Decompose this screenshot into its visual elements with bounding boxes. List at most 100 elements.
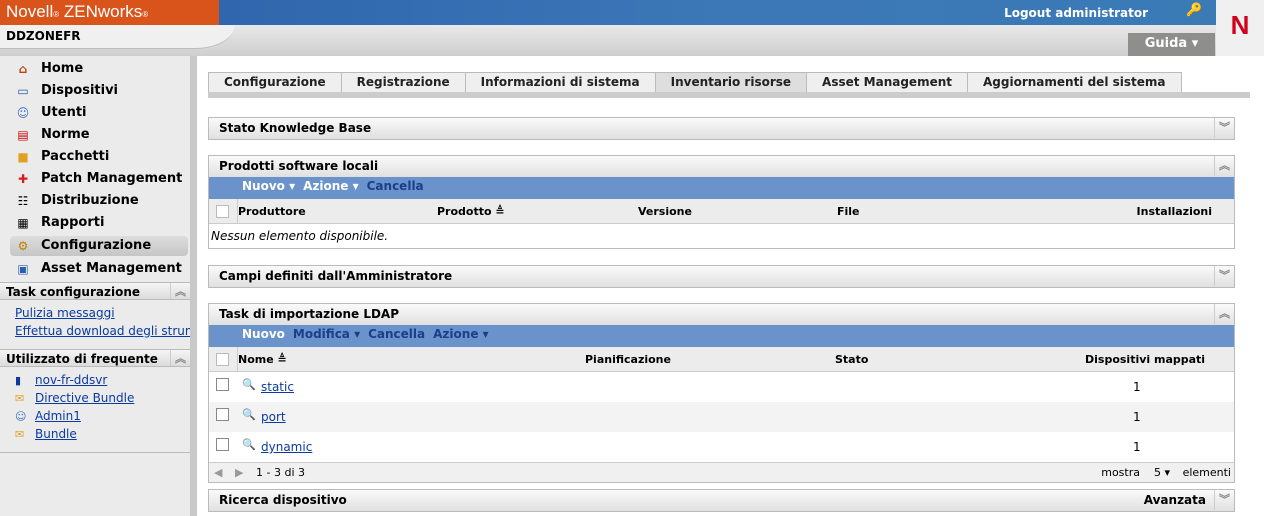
admin-fields-panel: Campi definiti dall'Amministratore ︾ <box>208 265 1235 288</box>
edit-menu-button[interactable]: Modifica ▾ <box>293 327 360 341</box>
select-all-checkbox[interactable] <box>216 205 229 218</box>
page-range: 1 - 3 di 3 <box>256 466 305 479</box>
ldap-task-icon: 🔍 <box>242 378 256 391</box>
ldap-task-icon: 🔍 <box>242 408 256 421</box>
novell-n-logo: N <box>1216 0 1264 56</box>
devices-icon: ▭ <box>17 84 29 98</box>
advanced-search-link[interactable]: Avanzata <box>1144 493 1206 507</box>
local-software-panel: Prodotti software locali ︽ Nuovo ▾ Azione … <box>208 155 1235 249</box>
expand-icon[interactable]: ︾ <box>1214 490 1234 510</box>
home-icon: ⌂ <box>18 62 28 76</box>
toolbar: Nuovo Modifica ▾ Cancella Azione ▾ <box>209 325 1234 347</box>
frequent-item[interactable]: ☺ Admin1 <box>15 409 190 423</box>
tab-configurazione[interactable]: Configurazione <box>208 72 341 93</box>
collapse-icon[interactable]: ︽ <box>1214 156 1234 176</box>
task-link-download-tools[interactable]: Effettua download degli strumenti <box>15 324 190 338</box>
table-row: 🔍 static 1 <box>209 372 1234 402</box>
tab-asset-management[interactable]: Asset Management <box>806 72 967 93</box>
novell-zenworks-logo: Novell® ZENworks® <box>0 0 219 25</box>
sidebar-item-configuration[interactable]: ⚙ Configurazione <box>10 236 188 256</box>
expand-icon[interactable]: ︾ <box>1214 266 1234 286</box>
asset-icon: ▣ <box>17 262 29 276</box>
key-icon: 🔑 <box>1186 3 1203 18</box>
sidebar-item-reports[interactable]: ▦ Rapporti <box>10 213 188 233</box>
empty-message: Nessun elemento disponibile. <box>211 229 389 243</box>
tab-bar: Configurazione Registrazione Informazion… <box>208 72 1182 93</box>
task-link[interactable]: port <box>261 410 286 424</box>
pagination-bar: ◀ ▶ 1 - 3 di 3 mostra 5 ▾ elementi <box>209 462 1234 482</box>
bundle-icon: ✉ <box>15 392 25 405</box>
tab-informazioni-di-sistema[interactable]: Informazioni di sistema <box>464 72 655 93</box>
sidebar-splitter[interactable] <box>190 56 197 516</box>
new-menu-button[interactable]: Nuovo ▾ <box>242 179 295 193</box>
delete-button[interactable]: Cancella <box>368 327 425 341</box>
toolbar: Nuovo ▾ Azione ▾ Cancella <box>209 177 1234 199</box>
table-row: 🔍 dynamic 1 <box>209 432 1234 462</box>
next-page-icon[interactable]: ▶ <box>235 466 243 479</box>
sidebar-item-users[interactable]: ☺ Utenti <box>10 103 188 123</box>
configuration-icon: ⚙ <box>17 239 29 253</box>
select-all-checkbox[interactable] <box>216 353 229 366</box>
prev-page-icon[interactable]: ◀ <box>214 466 222 479</box>
table-header: Produttore Prodotto ≜ Versione File Inst… <box>209 199 1234 224</box>
action-menu-button[interactable]: Azione ▾ <box>433 327 489 341</box>
column-file[interactable]: File <box>837 205 860 218</box>
expand-icon[interactable]: ︾ <box>1214 118 1234 138</box>
collapse-icon[interactable]: ︽ <box>170 350 190 366</box>
bundles-icon: ■ <box>17 150 29 164</box>
logout-link[interactable]: Logout administrator <box>1004 6 1148 20</box>
row-checkbox[interactable] <box>216 438 229 451</box>
column-prodotto[interactable]: Prodotto ≜ <box>437 205 505 218</box>
page-size-select[interactable]: 5 ▾ <box>1154 466 1170 479</box>
server-icon: ▮ <box>15 374 22 387</box>
column-stato[interactable]: Stato <box>835 353 868 366</box>
frequent-item[interactable]: ✉ Directive Bundle <box>15 391 190 405</box>
tab-registrazione[interactable]: Registrazione <box>340 72 465 93</box>
action-menu-button[interactable]: Azione ▾ <box>303 179 359 193</box>
column-installazioni[interactable]: Installazioni <box>1137 205 1212 218</box>
column-dispositivi-mappati[interactable]: Dispositivi mappati <box>1085 353 1205 366</box>
column-produttore[interactable]: Produttore <box>238 205 306 218</box>
zone-name: DDZONEFR <box>6 29 81 43</box>
help-menu-button[interactable]: Guida ▾ <box>1128 33 1215 56</box>
task-link[interactable]: static <box>261 380 294 394</box>
new-button[interactable]: Nuovo <box>242 327 285 341</box>
task-configuration-header: Task configurazione ︽ <box>0 282 190 300</box>
sidebar-item-bundles[interactable]: ■ Pacchetti <box>10 147 188 167</box>
frequently-used-header: Utilizzato di frequente ︽ <box>0 349 190 367</box>
column-pianificazione[interactable]: Pianificazione <box>585 353 671 366</box>
tab-inventario-risorse[interactable]: Inventario risorse <box>654 72 807 93</box>
sidebar-item-policies[interactable]: ▤ Norme <box>10 125 188 145</box>
collapse-icon[interactable]: ︽ <box>1214 304 1234 324</box>
row-checkbox[interactable] <box>216 378 229 391</box>
divider <box>0 452 190 453</box>
task-link[interactable]: dynamic <box>261 440 312 454</box>
sidebar-item-asset-management[interactable]: ▣ Asset Management <box>10 259 188 279</box>
policies-icon: ▤ <box>17 128 29 142</box>
sidebar-item-home[interactable]: ⌂ Home <box>10 59 188 79</box>
frequent-item[interactable]: ▮ nov-fr-ddsvr <box>15 373 190 387</box>
reports-icon: ▦ <box>17 216 29 230</box>
collapse-icon[interactable]: ︽ <box>170 283 190 299</box>
column-nome[interactable]: Nome ≜ <box>238 353 287 366</box>
users-icon: ☺ <box>16 106 30 120</box>
frequent-item[interactable]: ✉ Bundle <box>15 427 190 441</box>
ldap-task-icon: 🔍 <box>242 438 256 451</box>
bundle-icon: ✉ <box>15 428 25 441</box>
delete-button[interactable]: Cancella <box>367 179 424 193</box>
column-versione[interactable]: Versione <box>638 205 692 218</box>
tab-aggiornamenti-del-sistema[interactable]: Aggiornamenti del sistema <box>967 72 1182 93</box>
knowledge-base-panel: Stato Knowledge Base ︾ <box>208 117 1235 140</box>
device-search-panel: Ricerca dispositivo Avanzata ︾ <box>208 489 1235 512</box>
sidebar-item-devices[interactable]: ▭ Dispositivi <box>10 81 188 101</box>
sidebar-item-deployment[interactable]: ☷ Distribuzione <box>10 191 188 211</box>
task-link-clean-messages[interactable]: Pulizia messaggi <box>15 306 190 320</box>
user-icon: ☺ <box>15 410 27 423</box>
row-checkbox[interactable] <box>216 408 229 421</box>
sidebar-item-patch-management[interactable]: ✚ Patch Management <box>10 169 188 189</box>
ldap-import-panel: Task di importazione LDAP ︽ Nuovo Modifica… <box>208 303 1235 483</box>
tab-underline <box>208 92 1250 98</box>
table-header: Nome ≜ Pianificazione Stato Dispositivi … <box>209 347 1234 372</box>
table-row: 🔍 port 1 <box>209 402 1234 432</box>
patch-icon: ✚ <box>17 172 29 186</box>
